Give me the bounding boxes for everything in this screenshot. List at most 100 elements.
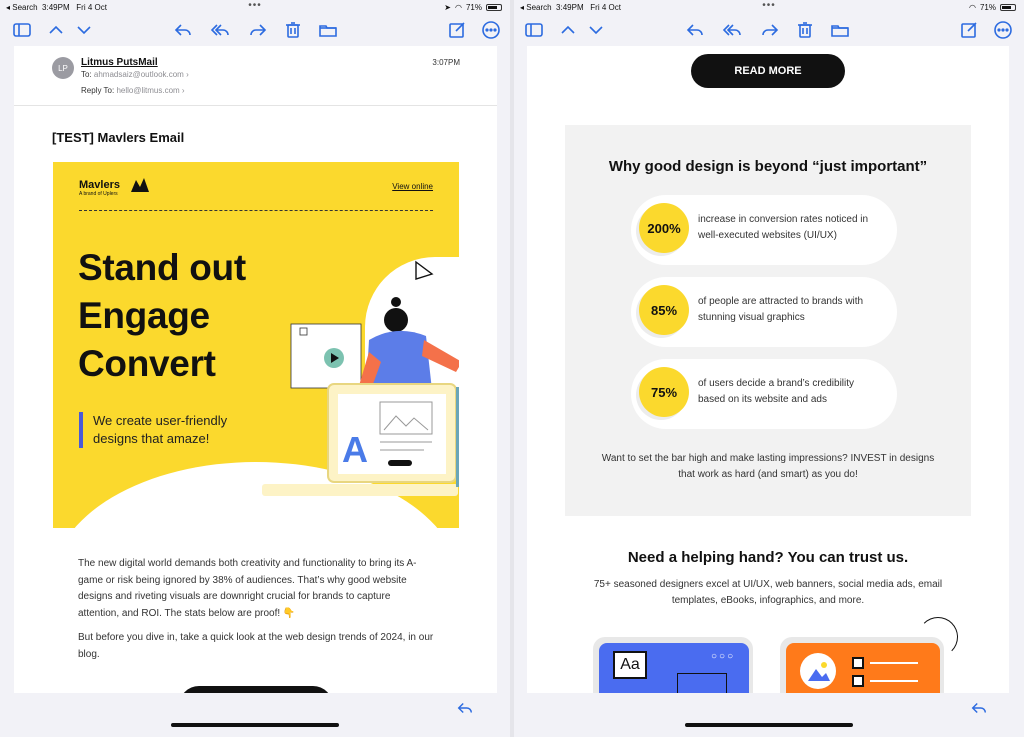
- help-title: Need a helping hand? You can trust us.: [627, 549, 909, 566]
- wifi-icon: ◠: [969, 3, 976, 12]
- view-online-link[interactable]: View online: [392, 182, 433, 191]
- reply-all-icon[interactable]: [210, 20, 230, 40]
- chevron-right-icon: ›: [186, 70, 189, 79]
- battery-percent: 71%: [979, 3, 996, 12]
- status-bar: ◂ Search 3:49PM Fri 4 Oct ••• ➤ ◠ 71%: [0, 0, 510, 14]
- mail-subject: [TEST] Mavlers Email: [52, 130, 185, 145]
- avatar[interactable]: LP: [52, 57, 74, 79]
- read-more-button[interactable]: READ MORE: [691, 54, 845, 88]
- status-right: ◠ 71%: [969, 3, 1016, 12]
- battery-percent: 71%: [465, 3, 482, 12]
- image-icon: [800, 653, 836, 689]
- folder-icon[interactable]: [830, 20, 850, 40]
- stat-description: of users decide a brand’s credibility ba…: [698, 378, 855, 405]
- reply-icon[interactable]: [173, 20, 193, 40]
- mavlers-logo-icon: [131, 178, 149, 192]
- home-indicator[interactable]: [171, 723, 339, 727]
- forward-icon[interactable]: [760, 20, 780, 40]
- sender-name[interactable]: Litmus PutsMail: [81, 57, 158, 68]
- battery-icon: [486, 4, 502, 11]
- svg-text:A: A: [342, 429, 368, 470]
- reply-icon[interactable]: [456, 699, 474, 717]
- brand-name: Mavlers: [79, 179, 120, 191]
- frame-icon: [677, 673, 727, 693]
- status-left: ◂ Search 3:49PM Fri 4 Oct: [6, 3, 107, 12]
- body-paragraph: But before you dive in, take a quick loo…: [78, 632, 434, 660]
- status-time: 3:49PM: [42, 3, 70, 12]
- stat-value: 85%: [639, 285, 689, 335]
- home-indicator[interactable]: [685, 723, 853, 727]
- reply-to-label: Reply To:: [81, 86, 115, 95]
- status-right: ➤ ◠ 71%: [444, 3, 502, 12]
- dots-icon: ○○○: [711, 651, 736, 662]
- to-line[interactable]: To: ahmadsaiz@outlook.com ›: [81, 70, 189, 79]
- compose-icon[interactable]: [959, 20, 979, 40]
- status-bar: ◂ Search 3:49PM Fri 4 Oct ••• ◠ 71%: [514, 0, 1024, 14]
- more-options-icon[interactable]: [481, 20, 501, 40]
- more-options-icon[interactable]: [993, 20, 1013, 40]
- checkbox-icon: [852, 675, 864, 687]
- location-icon: ➤: [444, 3, 451, 12]
- to-address[interactable]: ahmadsaiz@outlook.com: [94, 70, 184, 79]
- hero-title-line: Engage: [78, 295, 210, 336]
- reply-to-line[interactable]: Reply To: hello@litmus.com ›: [81, 86, 185, 95]
- line-decor: [870, 662, 918, 664]
- wifi-icon: ◠: [455, 3, 462, 12]
- chevron-right-icon: ›: [181, 86, 185, 95]
- battery-icon: [1000, 4, 1016, 11]
- checkbox-icon: [852, 657, 864, 669]
- reply-to-address[interactable]: hello@litmus.com: [116, 86, 179, 95]
- chevron-up-icon[interactable]: [558, 20, 578, 40]
- trash-icon[interactable]: [283, 20, 303, 40]
- to-label: To:: [81, 70, 92, 79]
- mail-header: LP Litmus PutsMail To: ahmadsaiz@outlook…: [14, 46, 497, 106]
- designer-illustration: A: [262, 260, 459, 496]
- mail-message: LP Litmus PutsMail To: ahmadsaiz@outlook…: [14, 46, 497, 693]
- mail-toolbar: [0, 14, 510, 46]
- body-paragraph: The new digital world demands both creat…: [78, 558, 417, 619]
- typography-card: Aa ○○○: [599, 643, 749, 693]
- reply-icon[interactable]: [685, 20, 705, 40]
- stats-title: Why good design is beyond “just importan…: [608, 158, 928, 175]
- read-more-button[interactable]: [179, 686, 333, 693]
- status-left: ◂ Search 3:49PM Fri 4 Oct: [520, 3, 621, 12]
- typography-label: Aa: [613, 651, 647, 679]
- line-decor: [870, 680, 918, 682]
- reply-all-icon[interactable]: [722, 20, 742, 40]
- arc-decor: [918, 617, 958, 657]
- stats-footer-text: Want to set the bar high and make lastin…: [601, 453, 935, 480]
- stat-description: increase in conversion rates noticed in …: [698, 214, 869, 241]
- service-card-media: [780, 617, 958, 693]
- hero-title: Stand out Engage Convert: [78, 244, 246, 388]
- multitask-dots[interactable]: •••: [762, 0, 776, 11]
- sidebar-toggle-icon[interactable]: [12, 20, 32, 40]
- stat-description: of people are attracted to brands with s…: [698, 296, 864, 323]
- chevron-down-icon[interactable]: [586, 20, 606, 40]
- chevron-down-icon[interactable]: [74, 20, 94, 40]
- divider: [79, 210, 433, 211]
- media-card: [786, 643, 940, 693]
- folder-icon[interactable]: [318, 20, 338, 40]
- stat-card: 85% of people are attracted to brands wi…: [631, 277, 897, 347]
- forward-icon[interactable]: [248, 20, 268, 40]
- multitask-dots[interactable]: •••: [248, 0, 262, 11]
- back-to-search[interactable]: ◂ Search: [6, 3, 38, 12]
- mail-toolbar: [514, 14, 1024, 46]
- status-date: Fri 4 Oct: [590, 3, 621, 12]
- brand-subtitle: A brand of Uplers: [79, 191, 118, 197]
- back-to-search[interactable]: ◂ Search: [520, 3, 552, 12]
- mail-message-scrolled: READ MORE Why good design is beyond “jus…: [527, 46, 1009, 693]
- mail-time: 3:07PM: [432, 58, 460, 67]
- service-card-typography: Aa ○○○: [593, 637, 753, 693]
- reply-icon[interactable]: [970, 699, 988, 717]
- status-time: 3:49PM: [556, 3, 584, 12]
- hero-title-line: Stand out: [78, 247, 246, 288]
- chevron-up-icon[interactable]: [46, 20, 66, 40]
- bottom-bar: [0, 693, 510, 737]
- sidebar-toggle-icon[interactable]: [524, 20, 544, 40]
- hero-banner: Mavlers A brand of Uplers View online St…: [53, 162, 459, 528]
- compose-icon[interactable]: [447, 20, 467, 40]
- hero-tagline: We create user-friendly designs that ama…: [79, 412, 269, 448]
- trash-icon[interactable]: [795, 20, 815, 40]
- left-pane: ◂ Search 3:49PM Fri 4 Oct ••• ➤ ◠ 71% LP…: [0, 0, 510, 737]
